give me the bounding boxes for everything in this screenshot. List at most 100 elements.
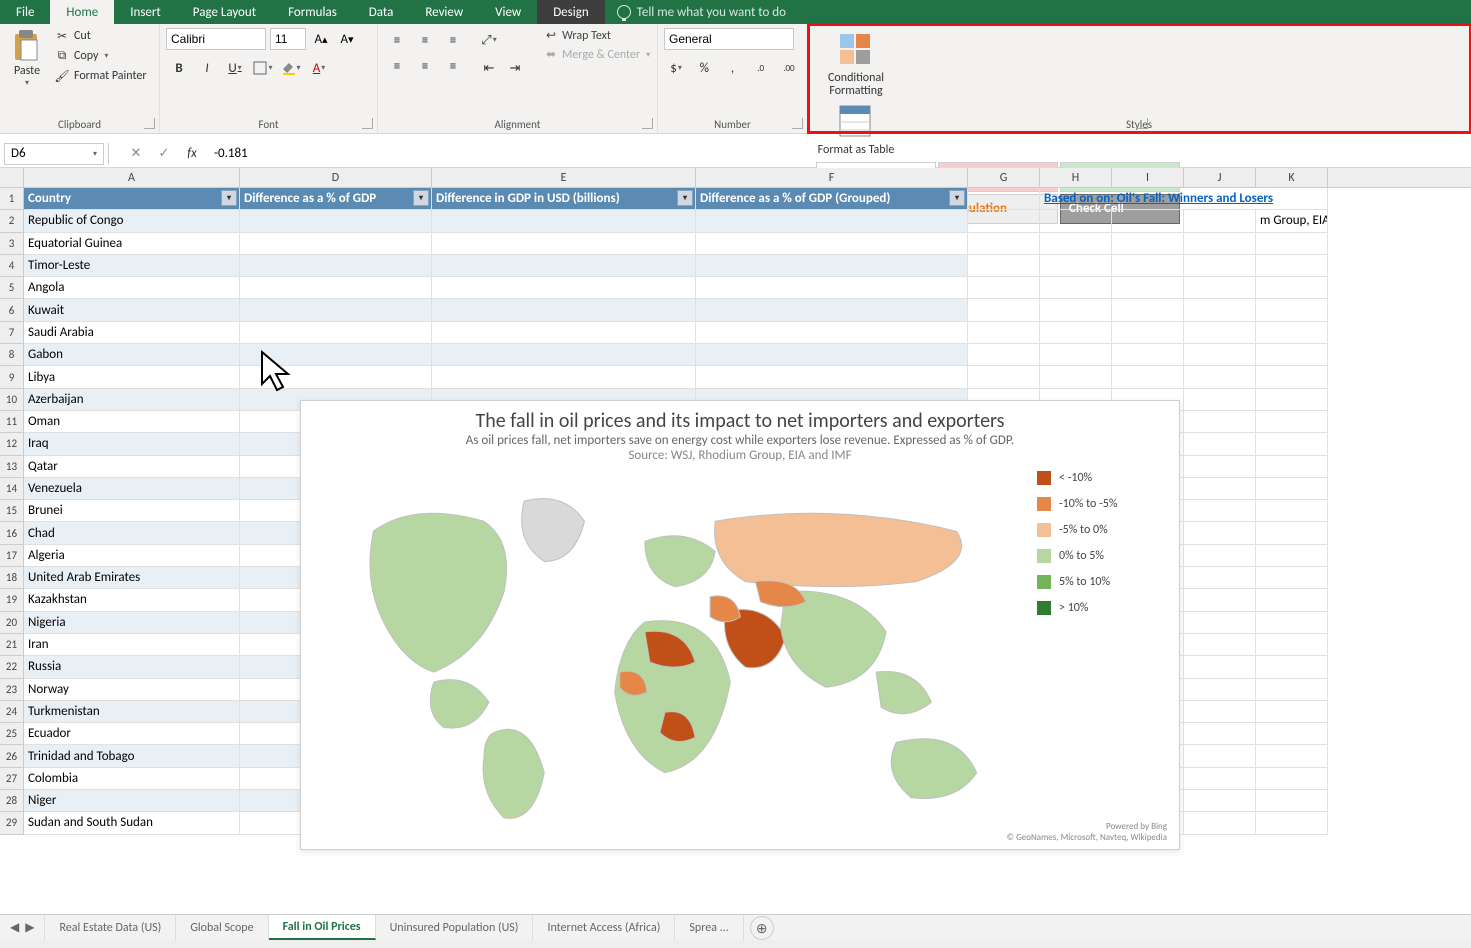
align-middle-button[interactable]: ≡ bbox=[412, 28, 438, 52]
cell[interactable] bbox=[1256, 634, 1328, 656]
cell[interactable] bbox=[1256, 790, 1328, 812]
filter-dropdown[interactable]: ▾ bbox=[413, 190, 429, 206]
cell[interactable] bbox=[1256, 322, 1328, 344]
align-left-button[interactable]: ≡ bbox=[384, 54, 410, 78]
cell[interactable] bbox=[1184, 768, 1256, 790]
cell[interactable]: Qatar bbox=[24, 456, 240, 478]
cell[interactable] bbox=[1112, 366, 1184, 388]
paste-button[interactable]: Paste ▾ bbox=[6, 28, 48, 88]
tell-me-search[interactable]: Tell me what you want to do bbox=[605, 0, 798, 24]
cell[interactable] bbox=[696, 233, 968, 255]
sheet-tab[interactable]: Sprea ... bbox=[675, 915, 743, 940]
align-bottom-button[interactable]: ≡ bbox=[440, 28, 466, 52]
cell[interactable] bbox=[1256, 255, 1328, 277]
cell[interactable] bbox=[1256, 545, 1328, 567]
cell[interactable]: Oman bbox=[24, 411, 240, 433]
cell[interactable] bbox=[696, 210, 968, 232]
add-sheet-button[interactable]: ⊕ bbox=[750, 916, 774, 940]
cell[interactable] bbox=[968, 255, 1040, 277]
cell[interactable] bbox=[1256, 812, 1328, 834]
tab-design[interactable]: Design bbox=[537, 0, 604, 24]
row-header[interactable]: 23 bbox=[0, 679, 24, 701]
align-top-button[interactable]: ≡ bbox=[384, 28, 410, 52]
cell[interactable] bbox=[1256, 522, 1328, 544]
cell[interactable] bbox=[432, 277, 696, 299]
cell[interactable]: Libya bbox=[24, 366, 240, 388]
cell[interactable]: Gabon bbox=[24, 344, 240, 366]
accounting-format-button[interactable]: $ bbox=[664, 56, 688, 80]
cell[interactable] bbox=[1256, 344, 1328, 366]
cell[interactable]: Iran bbox=[24, 634, 240, 656]
bold-button[interactable]: B bbox=[166, 56, 192, 80]
cell[interactable]: Saudi Arabia bbox=[24, 322, 240, 344]
cell[interactable]: Equatorial Guinea bbox=[24, 233, 240, 255]
wrap-text-button[interactable]: ↩Wrap Text bbox=[546, 28, 650, 43]
cell[interactable] bbox=[432, 299, 696, 321]
enter-formula-button[interactable]: ✓ bbox=[150, 143, 178, 165]
cell[interactable] bbox=[1256, 723, 1328, 745]
cell[interactable]: Iraq bbox=[24, 433, 240, 455]
cell[interactable] bbox=[1184, 299, 1256, 321]
cell[interactable] bbox=[1112, 233, 1184, 255]
conditional-formatting-button[interactable]: Conditional Formatting bbox=[816, 30, 896, 98]
cell[interactable]: Russia bbox=[24, 656, 240, 678]
row-header[interactable]: 11 bbox=[0, 411, 24, 433]
cell[interactable] bbox=[1256, 612, 1328, 634]
increase-font-button[interactable]: A▴ bbox=[310, 28, 332, 50]
cell[interactable] bbox=[240, 210, 432, 232]
cell[interactable] bbox=[1184, 567, 1256, 589]
cell[interactable] bbox=[1256, 679, 1328, 701]
column-header[interactable]: J bbox=[1184, 168, 1256, 187]
row-header[interactable]: 7 bbox=[0, 322, 24, 344]
cell[interactable] bbox=[1256, 277, 1328, 299]
sheet-tab[interactable]: Fall in Oil Prices bbox=[269, 915, 376, 940]
font-name-input[interactable] bbox=[166, 28, 266, 50]
cell[interactable]: Difference in GDP in USD (billions)▾ bbox=[432, 188, 696, 210]
decrease-font-button[interactable]: A▾ bbox=[336, 28, 358, 50]
cell[interactable] bbox=[1112, 299, 1184, 321]
filter-dropdown[interactable]: ▾ bbox=[221, 190, 237, 206]
row-header[interactable]: 14 bbox=[0, 478, 24, 500]
cell[interactable] bbox=[1256, 433, 1328, 455]
cell[interactable] bbox=[696, 344, 968, 366]
cell[interactable] bbox=[240, 344, 432, 366]
row-header[interactable]: 18 bbox=[0, 567, 24, 589]
row-header[interactable]: 29 bbox=[0, 812, 24, 834]
cell[interactable] bbox=[696, 299, 968, 321]
cell[interactable] bbox=[1256, 299, 1328, 321]
cell[interactable] bbox=[1184, 255, 1256, 277]
cell[interactable] bbox=[1184, 634, 1256, 656]
row-header[interactable]: 17 bbox=[0, 545, 24, 567]
cell[interactable] bbox=[1184, 344, 1256, 366]
cell[interactable] bbox=[240, 277, 432, 299]
cell[interactable] bbox=[432, 255, 696, 277]
cell[interactable] bbox=[1184, 679, 1256, 701]
cell[interactable] bbox=[1256, 745, 1328, 767]
decrease-indent-button[interactable]: ⇤ bbox=[476, 56, 502, 80]
tab-home[interactable]: Home bbox=[50, 0, 114, 24]
cell[interactable] bbox=[1184, 233, 1256, 255]
cell[interactable] bbox=[696, 277, 968, 299]
cell[interactable]: Norway bbox=[24, 679, 240, 701]
column-header[interactable]: E bbox=[432, 168, 696, 187]
cell[interactable] bbox=[1256, 478, 1328, 500]
row-header[interactable]: 16 bbox=[0, 522, 24, 544]
cell[interactable] bbox=[432, 344, 696, 366]
name-box[interactable]: D6▾ bbox=[4, 143, 104, 165]
cell[interactable] bbox=[696, 366, 968, 388]
row-header[interactable]: 19 bbox=[0, 589, 24, 611]
cell[interactable] bbox=[1184, 277, 1256, 299]
sheet-tab[interactable]: Uninsured Population (US) bbox=[376, 915, 534, 940]
cell[interactable] bbox=[1184, 656, 1256, 678]
tab-insert[interactable]: Insert bbox=[114, 0, 177, 24]
cell[interactable] bbox=[1040, 277, 1112, 299]
cell[interactable] bbox=[1256, 411, 1328, 433]
cell[interactable] bbox=[1184, 589, 1256, 611]
orientation-button[interactable]: ⤢ bbox=[476, 28, 502, 52]
cell[interactable]: Sudan and South Sudan bbox=[24, 812, 240, 834]
comma-format-button[interactable]: , bbox=[720, 56, 744, 80]
cell[interactable] bbox=[696, 255, 968, 277]
cell[interactable]: Niger bbox=[24, 790, 240, 812]
row-header[interactable]: 27 bbox=[0, 768, 24, 790]
cell[interactable]: Timor-Leste bbox=[24, 255, 240, 277]
